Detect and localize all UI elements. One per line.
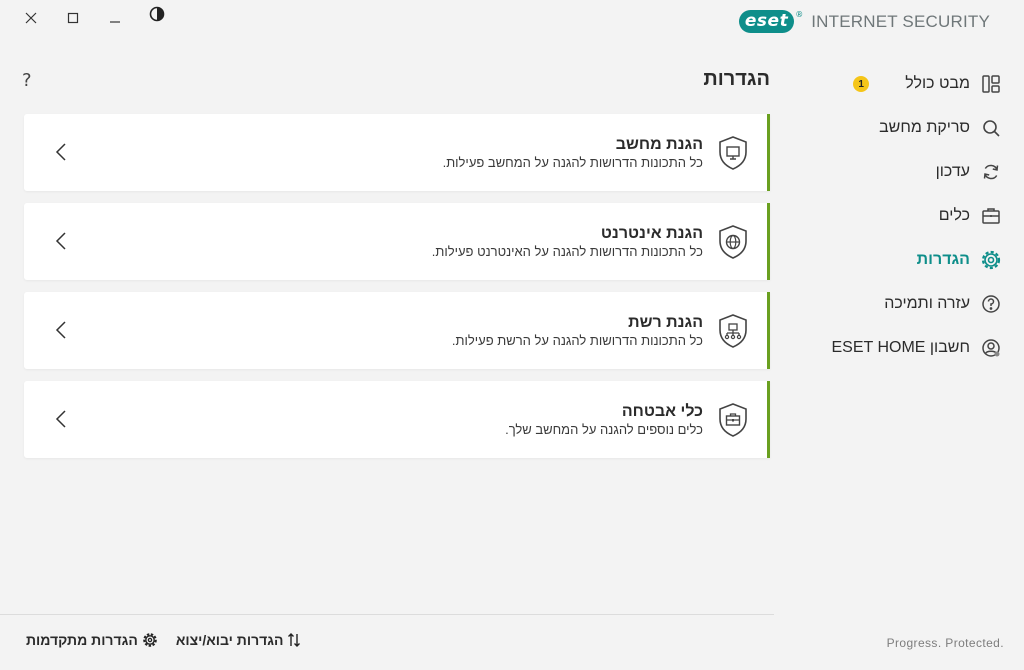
card-texts: הגנת מחשב כל התכונות הדרושות להגנה על המ…: [443, 135, 703, 171]
advanced-settings-link[interactable]: הגדרות מתקדמות: [26, 632, 158, 648]
card-title: כלי אבטחה: [621, 403, 703, 420]
sidebar-item-account[interactable]: חשבון ESET HOME: [774, 326, 1024, 370]
sidebar-item-settings[interactable]: הגדרות: [774, 238, 1024, 282]
close-button[interactable]: [10, 6, 52, 30]
logo-text: eset: [738, 10, 795, 33]
card-title: הגנת מחשב: [615, 136, 703, 153]
advanced-settings-label: הגדרות מתקדמות: [26, 632, 138, 648]
card-description: כלים נוספים להגנה על המחשב שלך.: [505, 422, 703, 437]
eset-logo: eset ®: [738, 10, 804, 33]
account-icon: [980, 337, 1002, 359]
gear-icon: [142, 632, 158, 648]
card-security-tools[interactable]: כלי אבטחה כלים נוספים להגנה על המחשב שלך…: [24, 381, 770, 458]
page-title: הגדרות: [703, 68, 770, 90]
theme-toggle-button[interactable]: [136, 2, 178, 26]
search-icon: [980, 117, 1002, 139]
card-title: הגנת רשת: [628, 314, 703, 331]
computer-shield-icon: [717, 135, 749, 171]
sidebar-item-help[interactable]: עזרה ותמיכה: [774, 282, 1024, 326]
dashboard-icon: [980, 73, 1002, 95]
sidebar-item-label: הגדרות: [916, 251, 970, 268]
footer-divider: [0, 614, 774, 615]
sidebar-item-label: עדכון: [935, 163, 970, 180]
maximize-icon: [67, 12, 79, 24]
card-description: כל התכונות הדרושות להגנה על הרשת פעילות.: [451, 333, 703, 348]
maximize-button[interactable]: [52, 6, 94, 30]
notification-badge: 1: [853, 76, 870, 92]
chevron-left-icon: [52, 318, 70, 342]
import-export-settings-link[interactable]: הגדרות יבוא/יצוא: [176, 632, 302, 648]
card-texts: כלי אבטחה כלים נוספים להגנה על המחשב שלך…: [505, 402, 703, 438]
minimize-button[interactable]: [94, 6, 136, 30]
import-export-icon: [287, 632, 301, 648]
gear-icon: [980, 249, 1002, 271]
toolbox-shield-icon: [717, 402, 749, 438]
card-computer-protection[interactable]: הגנת מחשב כל התכונות הדרושות להגנה על המ…: [24, 114, 770, 191]
sidebar-item-tools[interactable]: כלים: [774, 194, 1024, 238]
help-button[interactable]: ?: [22, 70, 32, 91]
refresh-icon: [980, 161, 1002, 183]
sidebar-item-overview[interactable]: מבט כולל 1: [774, 62, 1024, 106]
footer-links: הגדרות מתקדמות הגדרות יבוא/יצוא: [26, 632, 301, 648]
sidebar-item-update[interactable]: עדכון: [774, 150, 1024, 194]
contrast-icon: [149, 6, 165, 22]
help-icon: [980, 293, 1002, 315]
window-controls: [10, 6, 178, 30]
card-title: הגנת אינטרנט: [600, 225, 703, 242]
sidebar-item-label: סריקת מחשב: [879, 119, 970, 136]
sidebar-item-label: חשבון ESET HOME: [831, 339, 971, 356]
close-icon: [25, 12, 37, 24]
card-description: כל התכונות הדרושות להגנה על המחשב פעילות…: [442, 155, 703, 170]
product-name: INTERNET SECURITY: [811, 11, 990, 31]
card-internet-protection[interactable]: הגנת אינטרנט כל התכונות הדרושות להגנה על…: [24, 203, 770, 280]
chevron-left-icon: [52, 407, 70, 431]
chevron-left-icon: [52, 140, 70, 164]
card-texts: הגנת אינטרנט כל התכונות הדרושות להגנה על…: [432, 224, 703, 260]
settings-cards: הגנת מחשב כל התכונות הדרושות להגנה על המ…: [24, 114, 770, 470]
tagline: Progress. Protected.: [886, 636, 1004, 650]
card-description: כל התכונות הדרושות להגנה על האינטרנט פעי…: [431, 244, 703, 259]
minimize-icon: [109, 12, 121, 24]
sidebar-item-label: עזרה ותמיכה: [884, 295, 970, 312]
card-network-protection[interactable]: הגנת רשת כל התכונות הדרושות להגנה על הרש…: [24, 292, 770, 369]
sidebar-item-scan[interactable]: סריקת מחשב: [774, 106, 1024, 150]
sidebar-item-label: כלים: [938, 207, 970, 224]
card-texts: הגנת רשת כל התכונות הדרושות להגנה על הרש…: [452, 313, 703, 349]
briefcase-icon: [980, 205, 1002, 227]
import-export-label: הגדרות יבוא/יצוא: [175, 632, 284, 648]
brand: eset ® INTERNET SECURITY: [738, 10, 990, 33]
chevron-left-icon: [52, 229, 70, 253]
sidebar: מבט כולל 1 סריקת מחשב עדכון כלים הגדרות …: [774, 62, 1024, 370]
network-shield-icon: [717, 313, 749, 349]
sidebar-item-label: מבט כולל: [905, 75, 970, 92]
logo-registered-mark: ®: [795, 10, 804, 19]
globe-shield-icon: [717, 224, 749, 260]
